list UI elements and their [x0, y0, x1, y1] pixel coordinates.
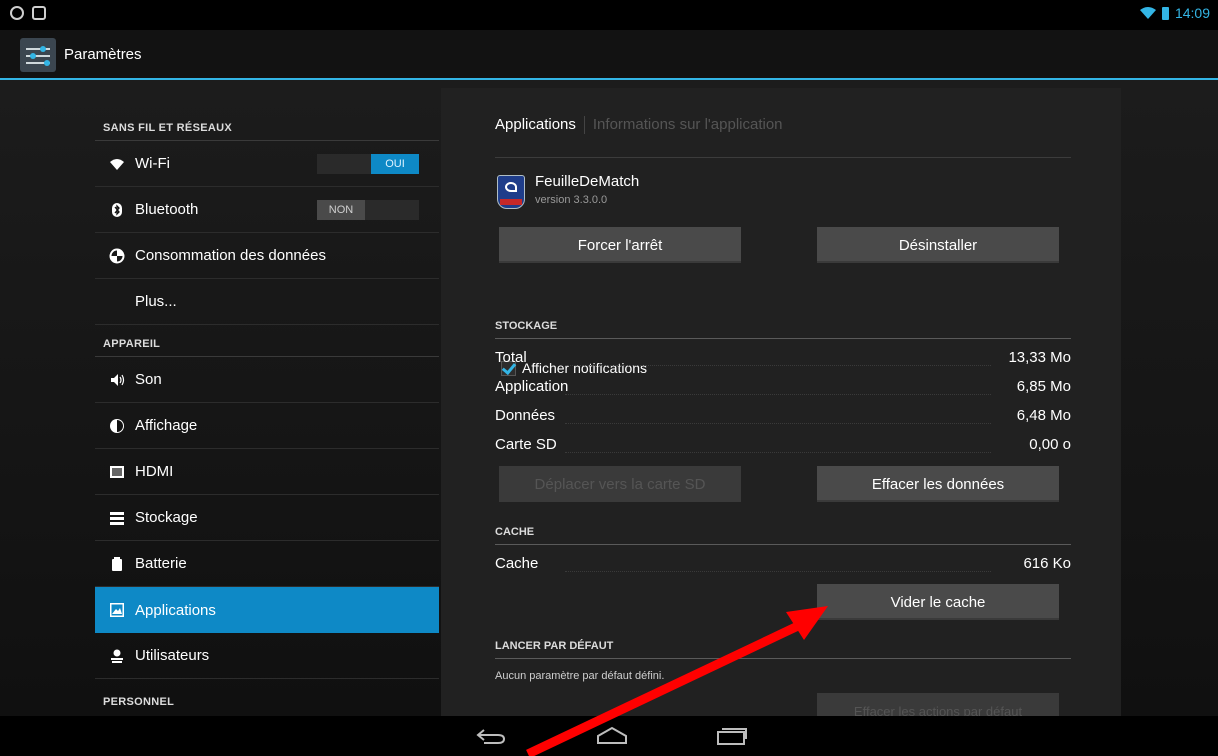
sidebar-item-label: Son: [135, 371, 162, 388]
storage-data-row: Données 6,48 Mo: [495, 407, 1071, 424]
toggle-on: OUI: [371, 154, 419, 174]
users-icon: [111, 649, 123, 663]
sidebar-item-label: Affichage: [135, 417, 198, 434]
sidebar-item-display[interactable]: Affichage: [95, 403, 439, 449]
sidebar-item-label: Applications: [135, 601, 216, 619]
sidebar-item-battery[interactable]: Batterie: [95, 541, 439, 587]
launch-default-text: Aucun paramètre par défaut défini.: [495, 670, 665, 682]
recent-apps-icon[interactable]: [712, 726, 752, 746]
screenshot-icon: [32, 6, 46, 20]
settings-content: SANS FIL ET RÉSEAUX Wi-Fi OUI Bluetooth …: [0, 80, 1218, 716]
cache-row: Cache 616 Ko: [495, 555, 1071, 572]
sidebar-item-applications[interactable]: Applications: [95, 587, 439, 633]
sidebar-item-label: HDMI: [135, 463, 174, 480]
app-info-pane: Applications Informations sur l'applicati…: [441, 88, 1121, 716]
sidebar-item-bluetooth[interactable]: Bluetooth NON: [95, 187, 439, 233]
storage-application-row: Application 6,85 Mo: [495, 378, 1071, 395]
breadcrumb: Applications Informations sur l'applicati…: [495, 116, 783, 135]
wifi-toggle[interactable]: OUI: [317, 154, 419, 174]
bluetooth-toggle[interactable]: NON: [317, 200, 419, 220]
sidebar-item-storage[interactable]: Stockage: [95, 495, 439, 541]
app-name: FeuilleDeMatch: [535, 173, 640, 190]
feuilledematch-app-icon: [497, 175, 525, 209]
page-title: Paramètres: [64, 46, 142, 63]
home-icon[interactable]: [592, 726, 632, 746]
clock: 14:09: [1174, 5, 1210, 21]
breadcrumb-app-info: Informations sur l'application: [592, 116, 783, 133]
cache-header: CACHE: [495, 526, 535, 538]
hdmi-icon: [110, 465, 124, 478]
sidebar-item-sound[interactable]: Son: [95, 357, 439, 403]
divider: [495, 658, 1071, 659]
sidebar-item-label: Utilisateurs: [135, 647, 210, 664]
data-usage-icon: [109, 248, 125, 263]
sidebar-item-users[interactable]: Utilisateurs: [95, 633, 439, 679]
move-to-sd-button[interactable]: Déplacer vers la carte SD: [499, 466, 741, 502]
force-stop-button[interactable]: Forcer l'arrêt: [499, 227, 741, 263]
section-header-device: APPAREIL: [103, 338, 161, 350]
sidebar-item-label: Stockage: [135, 509, 198, 526]
sidebar-item-label: Wi-Fi: [135, 155, 170, 172]
back-icon[interactable]: [470, 726, 510, 746]
clear-cache-button[interactable]: Vider le cache: [817, 584, 1059, 620]
bluetooth-icon: [112, 202, 122, 217]
wifi-icon: [110, 158, 124, 170]
sidebar-item-hdmi[interactable]: HDMI: [95, 449, 439, 495]
eye-icon: [10, 6, 24, 20]
apps-icon: [110, 603, 124, 617]
uninstall-button[interactable]: Désinstaller: [817, 227, 1059, 263]
sidebar-item-data-usage[interactable]: Consommation des données: [95, 233, 439, 279]
storage-total-row: Total 13,33 Mo: [495, 349, 1071, 366]
breadcrumb-applications[interactable]: Applications: [495, 116, 576, 133]
action-bar: Paramètres: [0, 30, 1218, 80]
volume-icon: [111, 373, 125, 386]
settings-app-icon[interactable]: [20, 38, 56, 72]
sidebar-item-label: Bluetooth: [135, 201, 199, 218]
storage-header: STOCKAGE: [495, 320, 558, 332]
divider: [495, 544, 1071, 545]
storage-sd-row: Carte SD 0,00 o: [495, 436, 1071, 453]
divider: [495, 157, 1071, 158]
system-tray: 14:09: [1139, 5, 1210, 21]
wifi-signal-icon: [1139, 7, 1156, 19]
toggle-off: NON: [317, 200, 365, 220]
sidebar-item-more[interactable]: Plus...: [95, 279, 439, 325]
section-header-personal: PERSONNEL: [103, 696, 175, 708]
storage-icon: [110, 511, 124, 525]
sidebar-item-wifi[interactable]: Wi-Fi OUI: [95, 141, 439, 187]
sidebar-item-label: Consommation des données: [135, 247, 326, 264]
sidebar-item-label: Plus...: [135, 293, 177, 310]
settings-list[interactable]: SANS FIL ET RÉSEAUX Wi-Fi OUI Bluetooth …: [95, 80, 439, 716]
clear-data-button[interactable]: Effacer les données: [817, 466, 1059, 502]
divider: [495, 338, 1071, 339]
app-version: version 3.3.0.0: [535, 194, 608, 206]
status-bar: 14:09: [0, 0, 1218, 30]
brightness-icon: [110, 418, 124, 433]
clear-defaults-button[interactable]: Effacer les actions par défaut: [817, 693, 1059, 716]
navigation-bar: [0, 716, 1218, 756]
battery-icon: [1161, 6, 1169, 20]
section-header-wireless: SANS FIL ET RÉSEAUX: [103, 122, 232, 134]
sidebar-item-label: Batterie: [135, 555, 187, 572]
launch-default-header: LANCER PAR DÉFAUT: [495, 640, 614, 652]
battery-icon: [112, 556, 122, 571]
notification-icons: [10, 6, 46, 20]
